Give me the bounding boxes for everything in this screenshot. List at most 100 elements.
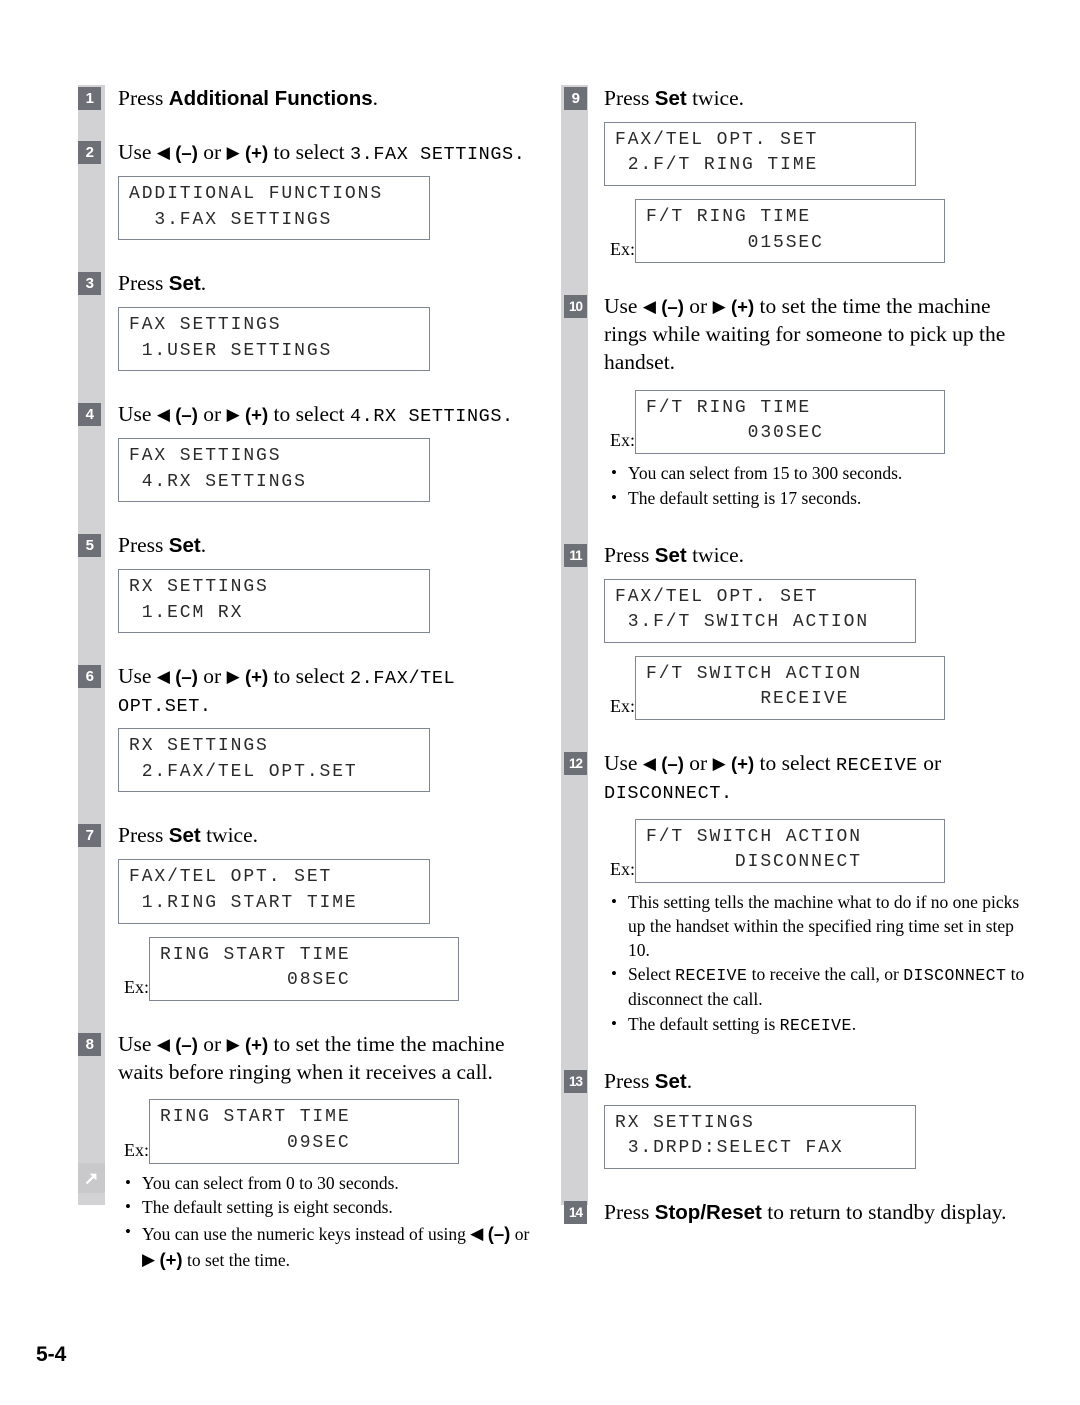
step-3: 3 Press Set. FAX SETTINGS 1.USER SETTING…	[78, 270, 546, 372]
step-instruction: Press Additional Functions.	[118, 86, 378, 110]
step-instruction: Press Set.	[118, 533, 207, 558]
example-display-row: Ex: F/T RING TIME 015SEC	[604, 199, 1026, 264]
left-arrow-icon: ◀	[642, 753, 656, 773]
step-9: 9 Press Set twice. FAX/TEL OPT. SET 2.F/…	[564, 85, 1026, 264]
note-item: You can select from 0 to 30 seconds.	[122, 1171, 546, 1196]
step-8: 8 Use ◀ (–) or ▶ (+) to set the time the…	[78, 1031, 546, 1273]
step-number-badge: 11	[564, 543, 587, 567]
lcd-line-1: F/T SWITCH ACTION	[646, 826, 862, 847]
step-number-badge: 13	[564, 1070, 587, 1093]
step-1: 1 Press Additional Functions.	[78, 85, 546, 113]
step-number-badge: 9	[564, 87, 587, 110]
lcd-screen: RX SETTINGS 2.FAX/TEL OPT.SET	[118, 728, 430, 793]
right-column-body: 9 Press Set twice. FAX/TEL OPT. SET 2.F/…	[553, 85, 1030, 1227]
button-name-set: Set	[168, 272, 201, 296]
step-instruction: Press Set twice.	[604, 542, 744, 567]
lcd-line-1: FAX SETTINGS	[129, 446, 282, 467]
step-4: 4 Use ◀ (–) or ▶ (+) to select 4.RX SETT…	[78, 401, 546, 503]
lcd-display: FAX/TEL OPT. SET 1.RING START TIME	[118, 859, 546, 924]
step-instruction: Use ◀ (–) or ▶ (+) to select 4.RX SETTIN…	[118, 402, 514, 428]
example-display-row: Ex: F/T SWITCH ACTION DISCONNECT	[604, 818, 1026, 883]
example-label: Ex:	[124, 976, 149, 997]
note-item: The default setting is eight seconds.	[122, 1195, 546, 1220]
step-2: 2 Use ◀ (–) or ▶ (+) to select 3.FAX SET…	[78, 139, 546, 241]
lcd-screen: FAX SETTINGS 1.USER SETTINGS	[118, 307, 430, 372]
step-instruction: Press Set twice.	[118, 823, 258, 848]
step-number-badge: 7	[78, 824, 101, 848]
lcd-line-1: RING START TIME	[160, 944, 351, 965]
example-label: Ex:	[610, 239, 635, 260]
lcd-line-2: 3.F/T SWITCH ACTION	[615, 612, 870, 633]
lcd-display: FAX/TEL OPT. SET 2.F/T RING TIME	[604, 121, 1026, 187]
step-number-badge: 2	[78, 140, 101, 164]
left-arrow-icon: ◀	[156, 667, 170, 687]
left-column-body: 1 Press Additional Functions. 2 Use ◀ (–…	[70, 85, 550, 1273]
left-arrow-icon: ◀	[156, 1034, 170, 1054]
step-instruction: Use ◀ (–) or ▶ (+) to select RECEIVE or …	[604, 750, 942, 804]
lcd-screen-example: F/T SWITCH ACTION DISCONNECT	[635, 818, 945, 883]
step-instruction: Press Stop/Reset to return to standby di…	[604, 1200, 1007, 1225]
step-notes-list: This setting tells the machine what to d…	[604, 890, 1026, 1037]
left-arrow-icon: ◀	[156, 142, 170, 162]
step-13: 13 Press Set. RX SETTINGS 3.DRPD:SELECT …	[564, 1068, 1026, 1170]
lcd-screen-example: RING START TIME 09SEC	[149, 1099, 459, 1164]
right-arrow-icon: ▶	[712, 297, 726, 317]
lcd-line-1: F/T RING TIME	[646, 397, 812, 418]
example-label: Ex:	[610, 695, 635, 716]
step-notes-list: You can select from 0 to 30 seconds. The…	[118, 1171, 546, 1273]
right-arrow-icon: ▶	[226, 142, 240, 162]
left-arrow-icon: ◀	[470, 1224, 484, 1244]
lcd-display: RX SETTINGS 1.ECM RX	[118, 569, 546, 634]
button-name-additional-functions: Additional Functions	[168, 87, 373, 110]
step-number-badge: 4	[78, 403, 101, 427]
diagonal-arrow-up-right-icon	[85, 1173, 97, 1184]
lcd-line-2: 2.F/T RING TIME	[615, 155, 819, 176]
right-arrow-icon: ▶	[226, 1034, 240, 1054]
lcd-line-2: 2.FAX/TEL OPT.SET	[129, 761, 358, 782]
lcd-line-2: 030SEC	[646, 423, 824, 444]
lcd-line-1: RX SETTINGS	[615, 1112, 755, 1133]
lcd-screen-example: F/T RING TIME 030SEC	[635, 389, 945, 455]
step-7: 7 Press Set twice. FAX/TEL OPT. SET 1.RI…	[78, 822, 546, 1001]
step-number-badge: 10	[564, 295, 587, 319]
lcd-line-2: 1.RING START TIME	[129, 892, 358, 913]
two-column-body: 1 Press Additional Functions. 2 Use ◀ (–…	[70, 85, 1030, 1270]
menu-code: 4.RX SETTINGS.	[349, 406, 514, 428]
lcd-line-1: FAX/TEL OPT. SET	[615, 129, 819, 150]
continue-marker	[78, 1163, 105, 1193]
lcd-line-1: RING START TIME	[160, 1107, 351, 1128]
lcd-screen-example: F/T RING TIME 015SEC	[635, 199, 945, 264]
button-name-set: Set	[654, 87, 687, 110]
step-number-badge: 6	[78, 665, 101, 689]
step-number-badge: 5	[78, 534, 101, 558]
lcd-line-1: FAX SETTINGS	[129, 315, 282, 336]
lcd-line-1: RX SETTINGS	[129, 736, 269, 757]
left-column: 1 Press Additional Functions. 2 Use ◀ (–…	[70, 85, 550, 1270]
lcd-display: FAX/TEL OPT. SET 3.F/T SWITCH ACTION	[604, 578, 1026, 643]
lcd-line-1: FAX/TEL OPT. SET	[129, 867, 333, 888]
step-number-badge: 8	[78, 1032, 101, 1056]
right-arrow-icon: ▶	[142, 1249, 156, 1269]
note-item: Select RECEIVE to receive the call, or D…	[608, 962, 1026, 1011]
lcd-display: RX SETTINGS 2.FAX/TEL OPT.SET	[118, 728, 546, 793]
example-display-row: Ex: RING START TIME 09SEC	[118, 1099, 546, 1164]
step-10: 10 Use ◀ (–) or ▶ (+) to set the time th…	[564, 293, 1026, 511]
step-number-badge: 1	[78, 87, 101, 110]
lcd-line-1: FAX/TEL OPT. SET	[615, 586, 819, 607]
step-11: 11 Press Set twice. FAX/TEL OPT. SET 3.F…	[564, 542, 1026, 720]
right-arrow-icon: ▶	[712, 753, 726, 773]
step-number-badge: 12	[564, 751, 587, 775]
lcd-screen: RX SETTINGS 1.ECM RX	[118, 569, 430, 634]
lcd-line-1: F/T RING TIME	[646, 207, 812, 228]
lcd-screen: ADDITIONAL FUNCTIONS 3.FAX SETTINGS	[118, 175, 430, 241]
step-number-badge: 3	[78, 272, 101, 296]
example-display-row: Ex: F/T RING TIME 030SEC	[604, 389, 1026, 455]
step-instruction: Press Set.	[118, 271, 207, 296]
lcd-screen: FAX SETTINGS 4.RX SETTINGS	[118, 438, 430, 503]
button-name-set: Set	[168, 824, 201, 848]
button-name-set: Set	[654, 543, 687, 567]
lcd-screen: FAX/TEL OPT. SET 1.RING START TIME	[118, 859, 430, 924]
example-label: Ex:	[610, 858, 635, 879]
option-disconnect: DISCONNECT.	[604, 782, 733, 804]
note-item: The default setting is RECEIVE.	[608, 1012, 1026, 1037]
